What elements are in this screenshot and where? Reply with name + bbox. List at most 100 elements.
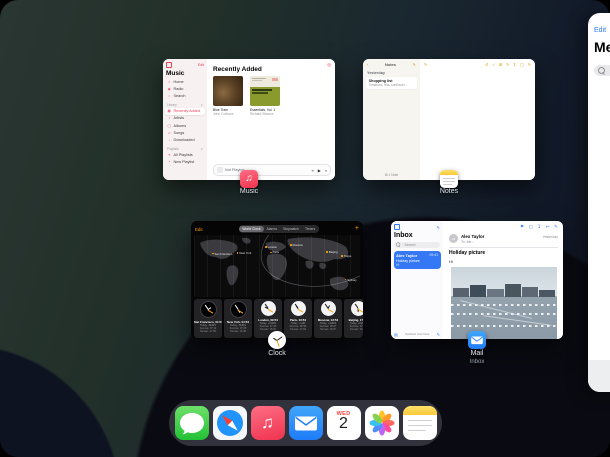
map-city-marker: Beijing [326,250,337,254]
dock-mail-icon[interactable] [289,406,323,440]
compose-icon: ✎ [412,62,416,67]
city-dot-icon [345,279,347,281]
message-subject: Holiday picture [449,250,485,256]
ipad-screen: Edit Music ⌂Home ◉Radio ○Search Library∨… [0,0,610,457]
camera-icon: ▢ [520,62,524,67]
city-dot-icon [326,251,328,253]
music-sidebar: Edit Music ⌂Home ◉Radio ○Search Library∨… [163,59,208,180]
tab-timers: Timers [302,226,318,232]
sidebar-toggle-icon [166,62,172,68]
sidebar-item-artists: ♪Artists [163,115,207,122]
radio-icon: ◉ [167,87,172,91]
music-heading: Recently Added [213,66,262,73]
analog-clock-face [261,301,276,316]
calendar-day: 2 [327,415,361,433]
dock-notes-icon[interactable] [403,406,437,440]
email-list-item-selected: Alex Taylor09:41 Holiday picture Hi [394,251,441,269]
back-chevron-icon: ‹ [367,62,368,67]
city-dot-icon [265,246,267,248]
album-item: Essentials, Vol. 1 Richard Strauss [250,76,280,116]
mail-app-sublabel: Inbox [470,359,485,365]
clock-app-icon[interactable] [268,331,286,349]
app-card-music[interactable]: Edit Music ⌂Home ◉Radio ○Search Library∨… [163,59,335,180]
city-dot-icon [290,244,292,246]
notes-icon-strip [403,406,437,415]
clock-app-label: Clock [268,350,286,357]
sidebar-item-search: ○Search [163,92,207,99]
app-card-mail[interactable]: ✎ Inbox Search Alex Taylor09:41 Holiday … [391,221,563,339]
dock-messages-icon[interactable] [175,406,209,440]
notes-icon-strip [440,170,458,175]
folder-icon: ▢ [529,224,533,230]
panel-title: Messages [594,39,610,55]
dock-calendar-icon[interactable]: WED 2 [327,406,361,440]
mini-player: Not Playing « ▶ » [213,164,331,176]
city-dot-icon [341,255,343,257]
mail-app-label: Mail [471,350,484,357]
album-cover [250,76,280,106]
downloaded-icon: ↓ [167,138,172,142]
speech-bubble-icon [175,406,209,440]
dock-music-icon[interactable]: ♫ [251,406,285,440]
artists-icon: ♪ [167,116,172,120]
slideover-app-panel[interactable]: Edit Messages [588,13,610,392]
library-section-header: Library∨ [163,100,207,108]
playlists-section-header: Playlists∨ [163,144,207,152]
chevron-down-icon: ∨ [201,103,203,107]
sidebar-item-recently-added: ▦Recently Added [165,108,205,115]
email-time: 09:41 [430,253,439,258]
sidebar-item-home: ⌂Home [163,78,207,85]
envelope-icon [468,331,486,349]
analog-clock-face [291,301,306,316]
music-app-icon[interactable]: ♫ [240,170,258,188]
notes-sidebar-title: Notes [385,62,396,67]
clock-edit-button: Edit [195,227,203,232]
flag-icon: ⚑ [520,224,524,230]
city-dot-icon [270,252,272,254]
sender-name: Alex Taylor [461,234,484,239]
attachment-photo [451,267,557,339]
songs-icon: ♫ [167,131,172,135]
new-playlist-icon: + [167,160,172,164]
compose-icon: ✎ [554,224,558,230]
world-clock-card: New York, 04:54 Today, -5HRS Sunrise: 07… [224,299,252,338]
mail-message-pane: ⚑ ▢ ↧ ↩ ✎ AT Alex Taylor To: Me › Yester… [443,221,563,339]
city-dot-icon [237,252,239,254]
notes-count: ⊞ 1 Note [363,173,420,177]
compose-icon: ✎ [437,332,440,337]
app-card-clock[interactable]: Edit World Clock Alarms Stopwatch Timers… [191,221,363,339]
profile-icon: ◎ [327,62,331,68]
edit-button: Edit [594,27,606,34]
sidebar-item-albums: ▢Albums [163,122,207,129]
album-cover [213,76,243,106]
compose-icon: ✎ [436,225,440,230]
clock-tab-bar: World Clock Alarms Stopwatch Timers [239,225,319,233]
search-icon [598,67,605,74]
tab-stopwatch: Stopwatch [280,226,302,232]
notes-section-header: Yesterday [363,67,420,76]
analog-clock-face [200,301,217,318]
world-clock-card: San Francisco, 01:54 Today, -8HRS Sunris… [194,299,222,338]
checklist-icon: ✓ [492,62,496,67]
compass-icon [213,406,247,440]
mail-sidebar: ✎ Inbox Search Alex Taylor09:41 Holiday … [391,221,444,339]
albums-icon: ▢ [167,124,172,128]
mail-app-icon[interactable] [468,331,486,349]
add-city-button: + [355,226,359,232]
music-sidebar-title: Music [163,68,207,78]
map-city-marker: London [265,245,277,249]
app-card-notes[interactable]: ‹ Notes ✎ Yesterday Shopping list Tomato… [363,59,535,180]
all-playlists-icon: ≡ [167,153,172,157]
play-icon: ▶ [318,168,321,173]
compose-icon: ✎ [527,62,531,67]
world-map: San Francisco New York London Paris Mosc… [194,235,360,297]
music-note-icon: ♫ [251,406,285,440]
notes-app-icon[interactable] [440,170,458,188]
envelope-icon [289,406,323,440]
notes-sidebar: ‹ Notes ✎ Yesterday Shopping list Tomato… [363,59,421,180]
dock-photos-icon[interactable] [365,406,399,440]
dock-safari-icon[interactable] [213,406,247,440]
now-playing-artwork [217,167,223,173]
chevron-down-icon: ∨ [201,147,203,151]
mail-search-field: Search [394,242,440,249]
